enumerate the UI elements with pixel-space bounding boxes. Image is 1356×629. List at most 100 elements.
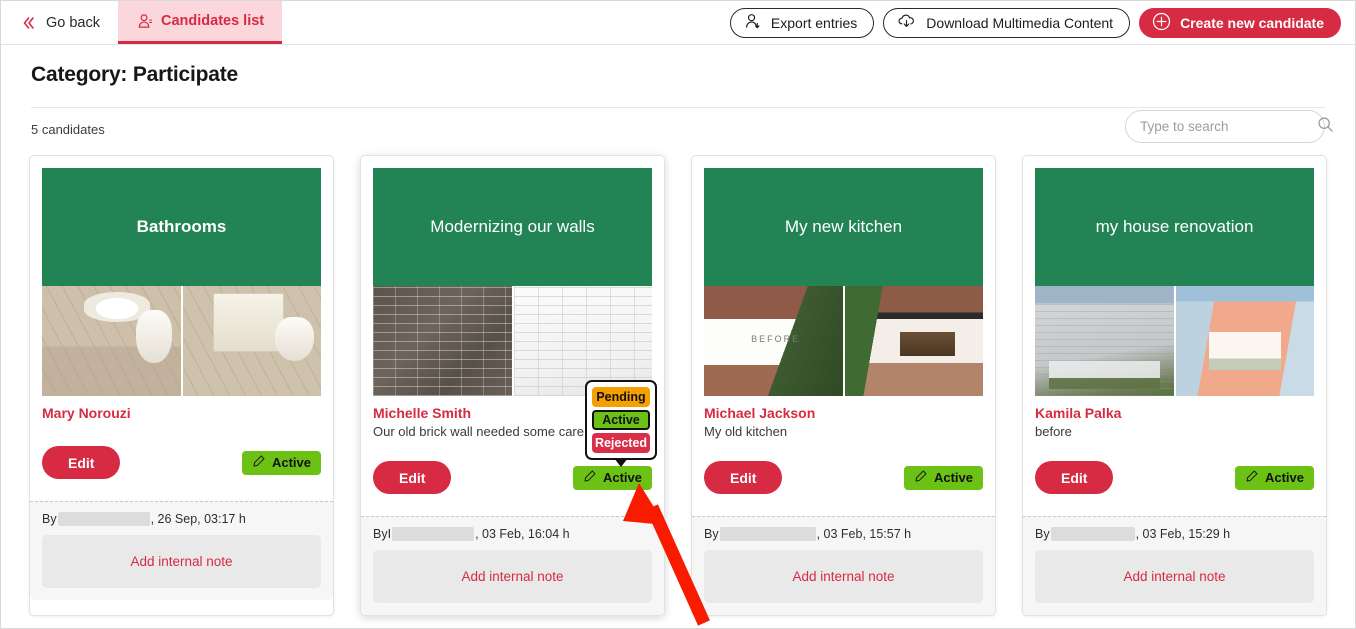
candidate-card[interactable]: Modernizing our walls Michelle Smith Our… <box>360 155 665 616</box>
thumbnail-after <box>182 286 321 396</box>
byline-prefix: By <box>1035 527 1050 541</box>
byline: By , 03 Feb, 15:29 h <box>1035 527 1314 541</box>
candidate-description: before <box>1035 424 1072 439</box>
candidate-card[interactable]: my house renovation Kamila Palka before … <box>1022 155 1327 616</box>
candidate-description: My old kitchen <box>704 424 788 439</box>
thumbnail-before: BEFORE <box>704 286 843 396</box>
thumbnail-before <box>1035 286 1174 396</box>
create-new-candidate-label: Create new candidate <box>1180 14 1324 31</box>
byline-prefix: By <box>42 512 57 526</box>
status-option-pending[interactable]: Pending <box>592 387 650 407</box>
candidate-card[interactable]: Bathrooms Mary Norouzi Edit Active By , … <box>29 155 334 616</box>
create-new-candidate-button[interactable]: Create new candidate <box>1139 7 1341 38</box>
byline-redacted-name <box>719 527 816 541</box>
byline-timestamp: , 03 Feb, 16:04 h <box>475 527 570 541</box>
card-footer: By , 03 Feb, 15:57 h Add internal note <box>692 516 995 615</box>
status-dropdown-menu[interactable]: Pending Active Rejected <box>585 380 657 460</box>
edit-button[interactable]: Edit <box>704 461 783 494</box>
byline: By I , 03 Feb, 16:04 h <box>373 527 652 541</box>
page-header: Category: Participate <box>1 45 1355 143</box>
export-entries-button[interactable]: Export entries <box>729 7 875 38</box>
card-body: my house renovation Kamila Palka before … <box>1023 156 1326 516</box>
card-title: my house renovation <box>1095 217 1254 236</box>
card-banner: My new kitchen <box>704 168 983 286</box>
card-footer: By , 03 Feb, 15:29 h Add internal note <box>1023 516 1326 615</box>
thumbnail-before <box>42 286 181 396</box>
pencil-icon <box>914 469 928 486</box>
card-actions: Edit Active <box>373 461 652 504</box>
search-input[interactable] <box>1140 119 1317 134</box>
byline: By , 03 Feb, 15:57 h <box>704 527 983 541</box>
search-box[interactable] <box>1125 110 1333 143</box>
candidate-name: Kamila Palka <box>1035 405 1122 421</box>
byline-timestamp: , 03 Feb, 15:57 h <box>816 527 912 541</box>
card-footer: By I , 03 Feb, 16:04 h Add internal note <box>361 516 664 615</box>
card-actions: Edit Active <box>1035 461 1314 504</box>
edit-button[interactable]: Edit <box>1035 461 1114 494</box>
person-lines-icon <box>136 13 153 29</box>
add-internal-note-button[interactable]: Add internal note <box>42 535 321 588</box>
byline-prefix: By <box>373 527 388 541</box>
card-banner: Bathrooms <box>42 168 321 286</box>
pencil-icon <box>583 469 597 486</box>
byline-redacted-name <box>392 527 475 541</box>
card-actions: Edit Active <box>42 446 321 489</box>
status-badge-label: Active <box>271 455 311 470</box>
page-title: Category: Participate <box>31 63 239 86</box>
edit-button[interactable]: Edit <box>42 446 121 479</box>
byline-redacted-name <box>1050 527 1135 541</box>
byline-name-partial: I <box>387 527 392 541</box>
card-title: Bathrooms <box>136 217 227 236</box>
candidate-name: Michael Jackson <box>704 405 816 421</box>
add-internal-note-button[interactable]: Add internal note <box>1035 550 1314 603</box>
card-banner: Modernizing our walls <box>373 168 652 286</box>
card-thumbnails <box>42 286 321 396</box>
card-footer: By , 26 Sep, 03:17 h Add internal note <box>30 501 333 600</box>
double-chevron-left-icon <box>21 15 37 31</box>
status-option-active[interactable]: Active <box>592 410 650 430</box>
byline-timestamp: , 03 Feb, 15:29 h <box>1135 527 1231 541</box>
candidate-name: Mary Norouzi <box>42 405 131 421</box>
candidates-list-page: Go back Candidates list Export entries D… <box>0 0 1356 629</box>
byline-prefix: By <box>704 527 719 541</box>
byline-timestamp: , 26 Sep, 03:17 h <box>150 512 246 526</box>
header-divider <box>31 107 1325 108</box>
status-option-rejected[interactable]: Rejected <box>592 433 650 453</box>
go-back-button[interactable]: Go back <box>1 1 118 44</box>
status-badge[interactable]: Active <box>241 450 321 475</box>
tab-candidates-list-label: Candidates list <box>161 13 265 29</box>
card-actions: Edit Active <box>704 461 983 504</box>
person-download-icon <box>743 12 762 34</box>
edit-button[interactable]: Edit <box>373 461 452 494</box>
top-navigation-bar: Go back Candidates list Export entries D… <box>1 1 1355 45</box>
thumbnail-before <box>373 286 512 396</box>
candidates-grid: Bathrooms Mary Norouzi Edit Active By , … <box>1 137 1355 616</box>
status-badge-label: Active <box>933 470 973 485</box>
download-multimedia-button[interactable]: Download Multimedia Content <box>883 7 1131 38</box>
card-thumbnails: BEFORE <box>704 286 983 396</box>
search-icon[interactable] <box>1317 116 1334 138</box>
status-badge[interactable]: Active <box>903 465 983 490</box>
status-badge-label: Active <box>1264 470 1304 485</box>
cloud-download-icon <box>896 12 917 34</box>
byline: By , 26 Sep, 03:17 h <box>42 512 321 526</box>
plus-circle-icon <box>1152 12 1171 34</box>
card-title: Modernizing our walls <box>430 217 595 236</box>
status-badge[interactable]: Active <box>1234 465 1314 490</box>
status-badge[interactable]: Active <box>572 465 652 490</box>
candidate-card[interactable]: My new kitchen BEFORE Michael Jackson My… <box>691 155 996 616</box>
add-internal-note-button[interactable]: Add internal note <box>704 550 983 603</box>
thumbnail-after <box>844 286 983 396</box>
card-banner: my house renovation <box>1035 168 1314 286</box>
export-entries-label: Export entries <box>770 14 858 31</box>
thumbnail-after <box>1175 286 1314 396</box>
download-multimedia-label: Download Multimedia Content <box>926 14 1114 31</box>
card-title: My new kitchen <box>784 217 903 236</box>
tab-candidates-list[interactable]: Candidates list <box>118 1 283 44</box>
pencil-icon <box>252 454 266 471</box>
status-badge-label: Active <box>602 470 642 485</box>
card-body: Bathrooms Mary Norouzi Edit Active <box>30 156 333 501</box>
add-internal-note-button[interactable]: Add internal note <box>373 550 652 603</box>
card-body: My new kitchen BEFORE Michael Jackson My… <box>692 156 995 516</box>
card-thumbnails <box>1035 286 1314 396</box>
